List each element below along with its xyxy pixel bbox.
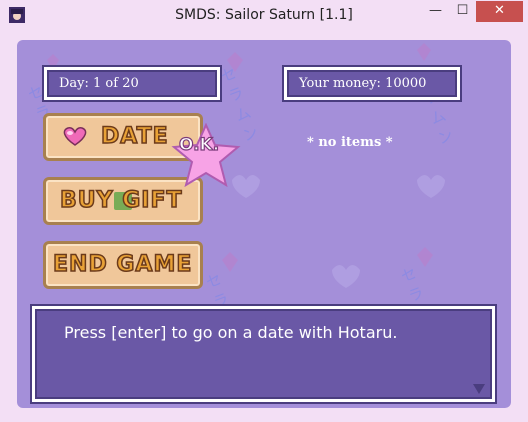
game-area: セラムン セラムン セラムン セラムン セラムン Day: 1 of 20 Yo… — [17, 40, 511, 408]
money-panel: Your money: 10000 — [284, 67, 460, 100]
day-counter: Day: 1 of 20 — [59, 76, 139, 91]
day-panel: Day: 1 of 20 — [44, 67, 220, 100]
date-button-label: DATE — [100, 123, 169, 150]
title-bar[interactable]: SMDS: Sailor Saturn [1.1] — ☐ ✕ — [0, 0, 528, 32]
message-text: Press [enter] to go on a date with Hotar… — [64, 323, 398, 342]
minimize-button[interactable]: — — [422, 1, 449, 22]
money-counter: Your money: 10000 — [299, 76, 427, 91]
end-game-button-label: END GAME — [52, 251, 193, 278]
maximize-button[interactable]: ☐ — [449, 1, 476, 22]
buy-gift-button-label: BUY GIFT — [59, 187, 183, 214]
continue-arrow-icon — [473, 384, 485, 394]
star-icon — [171, 123, 241, 187]
app-window: SMDS: Sailor Saturn [1.1] — ☐ ✕ セラムン セラム… — [0, 0, 528, 422]
inventory-empty-text: * no items * — [307, 135, 393, 150]
close-button[interactable]: ✕ — [476, 1, 523, 22]
ok-badge: O.K. — [178, 134, 220, 155]
heart-icon — [63, 127, 87, 146]
message-box: Press [enter] to go on a date with Hotar… — [32, 306, 495, 402]
end-game-button[interactable]: END GAME — [43, 241, 203, 289]
